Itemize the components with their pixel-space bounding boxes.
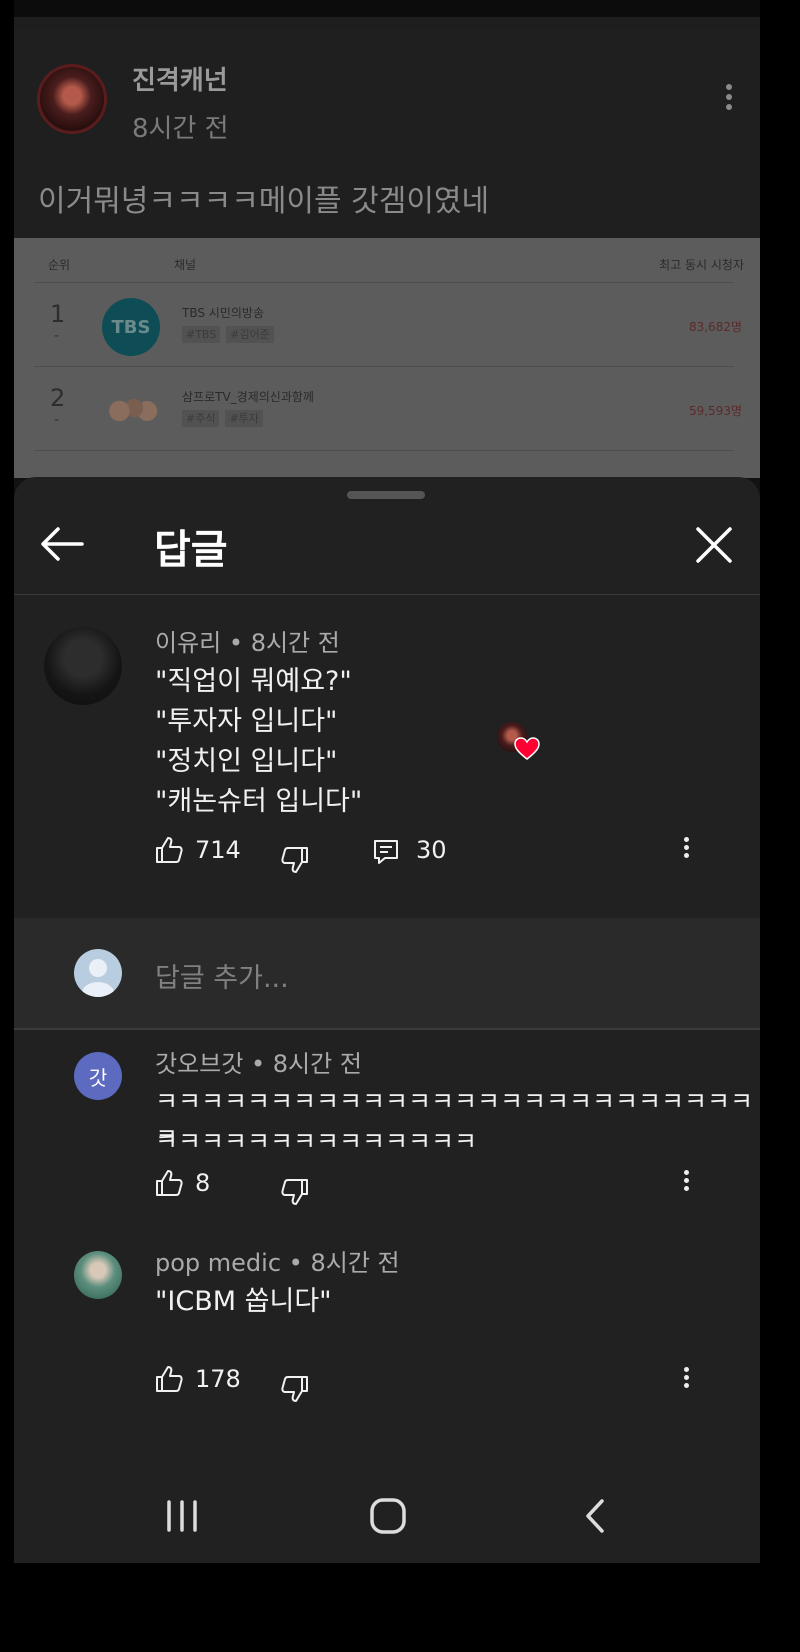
home-icon[interactable] xyxy=(369,1497,407,1535)
add-reply-section: 답글 추가... xyxy=(14,918,760,1028)
channel-tag: #TBS xyxy=(182,326,221,343)
channel-tag: #김어준 xyxy=(226,326,274,343)
meta-separator: • xyxy=(288,1249,303,1277)
post-more-icon xyxy=(714,80,744,120)
like-icon[interactable] xyxy=(154,1364,184,1394)
system-nav-bar xyxy=(14,1460,760,1563)
replies-sheet: 답글 이유리 • 8시간 전 "직업이 뭐예요?" "투자자 입니다" "정치인… xyxy=(14,477,760,1563)
rank-divider xyxy=(34,450,734,451)
reply-line: ㅋㅋㅋㅋㅋㅋㅋㅋㅋㅋㅋㅋㅋㅋ xyxy=(155,1127,478,1156)
reply-author[interactable]: 갓오브갓 xyxy=(155,1050,243,1078)
tbs-logo: TBS xyxy=(102,298,160,356)
post-author-avatar xyxy=(37,64,107,134)
rank-change: - xyxy=(54,328,60,344)
rank-number: 2 xyxy=(50,384,66,412)
creator-heart-icon xyxy=(514,737,540,760)
meta-separator: • xyxy=(228,629,244,657)
like-count: 8 xyxy=(195,1169,211,1197)
comment-more-icon[interactable] xyxy=(676,834,696,864)
dislike-icon[interactable] xyxy=(280,845,310,875)
comment-line: "직업이 뭐예요?" xyxy=(155,666,352,697)
close-icon xyxy=(696,527,732,563)
reply-avatar[interactable] xyxy=(74,1251,122,1299)
add-reply-input[interactable]: 답글 추가... xyxy=(155,956,289,995)
post-time: 8시간 전 xyxy=(132,114,229,144)
like-count: 714 xyxy=(195,836,241,864)
reply-more-icon[interactable] xyxy=(676,1167,696,1197)
channel-tag: #주식 xyxy=(182,410,220,427)
rank-divider xyxy=(34,366,734,367)
viewer-count: 59,593명 xyxy=(688,404,742,418)
comment-time: 8시간 전 xyxy=(250,629,340,657)
reply-time: 8시간 전 xyxy=(272,1050,362,1078)
default-user-icon xyxy=(82,959,114,997)
channel-name: TBS 시민의방송 xyxy=(182,306,264,320)
reply-icon[interactable] xyxy=(371,837,401,867)
reply-author[interactable]: pop medic xyxy=(155,1249,281,1277)
post-image-ranking: 순위 채널 최고 동시 시청자 1 - TBS TBS 시민의방송 #TBS #김… xyxy=(14,238,760,478)
comment-avatar[interactable] xyxy=(44,627,122,705)
back-nav-icon[interactable] xyxy=(580,1498,610,1534)
meta-separator: • xyxy=(250,1050,266,1078)
status-strip xyxy=(14,0,760,17)
sheet-title: 답글 xyxy=(154,527,228,573)
rank-col-header: 순위 xyxy=(48,258,71,272)
reply-avatar[interactable]: 갓 xyxy=(74,1052,122,1100)
app-frame: 진격캐넌 8시간 전 이거뭐녕ㅋㅋㅋㅋ메이플 갓겜이였네 순위 채널 최고 동시… xyxy=(14,0,760,1563)
dislike-icon[interactable] xyxy=(280,1177,310,1207)
my-avatar xyxy=(74,949,122,997)
reply-meta: pop medic • 8시간 전 xyxy=(155,1243,400,1278)
rank-divider xyxy=(34,282,734,283)
add-reply-divider xyxy=(14,1028,760,1030)
reply-time: 8시간 전 xyxy=(310,1249,400,1277)
arrow-left-icon xyxy=(41,527,84,561)
recent-apps-icon[interactable] xyxy=(164,1498,200,1534)
dislike-icon[interactable] xyxy=(280,1374,310,1404)
reply-meta: 갓오브갓 • 8시간 전 xyxy=(155,1044,362,1079)
close-button[interactable] xyxy=(694,525,734,565)
channel-tag: #투자 xyxy=(225,410,263,427)
post-author-name: 진격캐넌 xyxy=(132,66,228,96)
back-button[interactable] xyxy=(38,523,86,565)
post-text: 이거뭐녕ㅋㅋㅋㅋ메이플 갓겜이였네 xyxy=(38,184,490,219)
parent-comment: 이유리 • 8시간 전 "직업이 뭐예요?" "투자자 입니다" "정치인 입니… xyxy=(14,595,760,916)
channel-tags: #TBS #김어준 xyxy=(182,326,280,343)
comment-author[interactable]: 이유리 xyxy=(155,629,221,657)
like-icon[interactable] xyxy=(154,1168,184,1198)
rank-change: - xyxy=(54,412,60,428)
reply-count: 30 xyxy=(416,836,447,864)
channel-name: 삼프로TV_경제의신과함께 xyxy=(182,390,314,404)
comment-meta: 이유리 • 8시간 전 xyxy=(155,623,340,658)
reply-line: "ICBM 쏩니다" xyxy=(155,1286,332,1317)
comment-line: "투자자 입니다" xyxy=(155,706,338,737)
comment-line: "정치인 입니다" xyxy=(155,746,338,777)
status-strip-lower xyxy=(14,17,760,28)
background-post: 진격캐넌 8시간 전 이거뭐녕ㅋㅋㅋㅋ메이플 갓겜이였네 xyxy=(14,28,760,238)
comment-line: "캐논슈터 입니다" xyxy=(155,786,363,817)
reply-more-icon[interactable] xyxy=(676,1364,696,1394)
like-icon[interactable] xyxy=(154,835,184,865)
viewer-count: 83,682명 xyxy=(688,320,742,334)
channel-col-header: 채널 xyxy=(174,258,197,272)
sampro-logo xyxy=(102,382,160,440)
viewers-col-header: 최고 동시 시청자 xyxy=(659,258,744,272)
channel-tags: #주식 #투자 xyxy=(182,410,269,427)
sheet-drag-handle[interactable] xyxy=(347,491,425,499)
like-count: 178 xyxy=(195,1365,241,1393)
rank-number: 1 xyxy=(50,300,66,328)
